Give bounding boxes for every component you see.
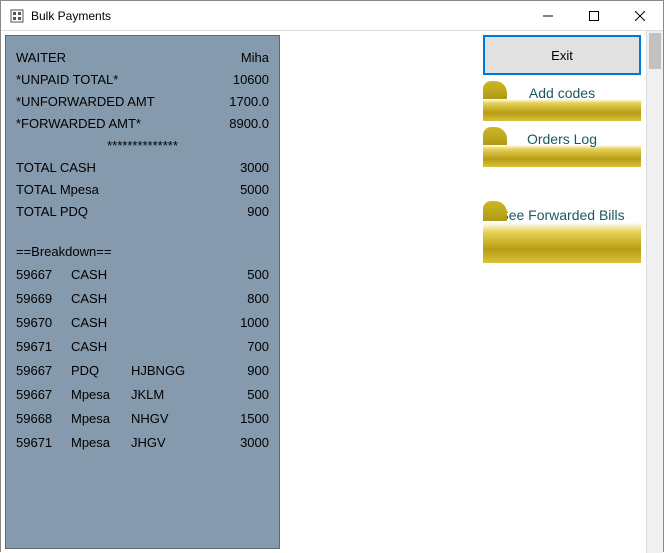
breakdown-method: CASH (71, 339, 131, 354)
summary-row-waiter: WAITER Miha (16, 46, 269, 68)
summary-row-total-mpesa: TOTAL Mpesa 5000 (16, 178, 269, 200)
see-forwarded-button[interactable]: See Forwarded Bills (483, 201, 641, 263)
minimize-button[interactable] (525, 1, 571, 31)
breakdown-row: 59667CASH 500 (16, 262, 269, 286)
client-area: WAITER Miha *UNPAID TOTAL* 10600 *UNFORW… (1, 31, 663, 553)
breakdown-method: CASH (71, 291, 131, 306)
breakdown-method: PDQ (71, 363, 131, 378)
divider-stars: ************** (16, 134, 269, 156)
breakdown-id: 59668 (16, 411, 71, 426)
breakdown-method: Mpesa (71, 435, 131, 450)
add-codes-label: Add codes (529, 85, 595, 101)
breakdown-amount: 3000 (191, 435, 269, 450)
unforwarded-value: 1700.0 (229, 94, 269, 109)
breakdown-amount: 500 (191, 387, 269, 402)
breakdown-amount: 900 (191, 363, 269, 378)
scrollbar-thumb[interactable] (649, 33, 661, 69)
total-mpesa-value: 5000 (240, 182, 269, 197)
see-forwarded-label: See Forwarded Bills (499, 207, 624, 223)
breakdown-method: CASH (71, 315, 131, 330)
breakdown-amount: 700 (191, 339, 269, 354)
breakdown-amount: 1500 (191, 411, 269, 426)
unpaid-value: 10600 (233, 72, 269, 87)
breakdown-amount: 800 (191, 291, 269, 306)
breakdown-row: 59669CASH 800 (16, 286, 269, 310)
breakdown-method: Mpesa (71, 387, 131, 402)
close-button[interactable] (617, 1, 663, 31)
breakdown-row: 59670CASH 1000 (16, 310, 269, 334)
summary-row-unforwarded: *UNFORWARDED AMT 1700.0 (16, 90, 269, 112)
breakdown-id: 59667 (16, 387, 71, 402)
total-pdq-value: 900 (247, 204, 269, 219)
total-cash-value: 3000 (240, 160, 269, 175)
total-cash-label: TOTAL CASH (16, 160, 96, 175)
breakdown-amount: 500 (191, 267, 269, 282)
total-pdq-label: TOTAL PDQ (16, 204, 88, 219)
window-title: Bulk Payments (31, 9, 525, 23)
orders-log-label: Orders Log (527, 131, 597, 147)
breakdown-list: 59667CASH50059669CASH80059670CASH1000596… (16, 262, 269, 454)
unpaid-label: *UNPAID TOTAL* (16, 72, 118, 87)
summary-row-total-cash: TOTAL CASH 3000 (16, 156, 269, 178)
breakdown-id: 59667 (16, 363, 71, 378)
add-codes-button[interactable]: Add codes (483, 81, 641, 121)
breakdown-ref: NHGV (131, 411, 191, 426)
titlebar: Bulk Payments (1, 1, 663, 31)
breakdown-amount: 1000 (191, 315, 269, 330)
breakdown-id: 59671 (16, 435, 71, 450)
summary-row-total-pdq: TOTAL PDQ 900 (16, 200, 269, 222)
breakdown-ref: HJBNGG (131, 363, 191, 378)
breakdown-id: 59669 (16, 291, 71, 306)
waiter-label: WAITER (16, 50, 66, 65)
breakdown-ref: JKLM (131, 387, 191, 402)
app-icon (9, 8, 25, 24)
breakdown-row: 59668MpesaNHGV1500 (16, 406, 269, 430)
total-mpesa-label: TOTAL Mpesa (16, 182, 99, 197)
breakdown-id: 59670 (16, 315, 71, 330)
breakdown-row: 59667MpesaJKLM500 (16, 382, 269, 406)
forwarded-value: 8900.0 (229, 116, 269, 131)
breakdown-row: 59667PDQHJBNGG900 (16, 358, 269, 382)
breakdown-ref: JHGV (131, 435, 191, 450)
unforwarded-label: *UNFORWARDED AMT (16, 94, 155, 109)
summary-panel: WAITER Miha *UNPAID TOTAL* 10600 *UNFORW… (5, 35, 280, 549)
breakdown-id: 59671 (16, 339, 71, 354)
breakdown-method: CASH (71, 267, 131, 282)
forwarded-label: *FORWARDED AMT* (16, 116, 141, 131)
waiter-value: Miha (241, 50, 269, 65)
exit-button[interactable]: Exit (483, 35, 641, 75)
breakdown-id: 59667 (16, 267, 71, 282)
breakdown-row: 59671CASH 700 (16, 334, 269, 358)
summary-row-unpaid: *UNPAID TOTAL* 10600 (16, 68, 269, 90)
breakdown-header: ==Breakdown== (16, 240, 269, 262)
orders-log-button[interactable]: Orders Log (483, 127, 641, 167)
vertical-scrollbar[interactable] (646, 31, 663, 553)
summary-row-forwarded: *FORWARDED AMT* 8900.0 (16, 112, 269, 134)
breakdown-row: 59671MpesaJHGV3000 (16, 430, 269, 454)
right-panel: Exit Add codes Orders Log See Forwarded … (284, 31, 663, 553)
maximize-button[interactable] (571, 1, 617, 31)
breakdown-method: Mpesa (71, 411, 131, 426)
